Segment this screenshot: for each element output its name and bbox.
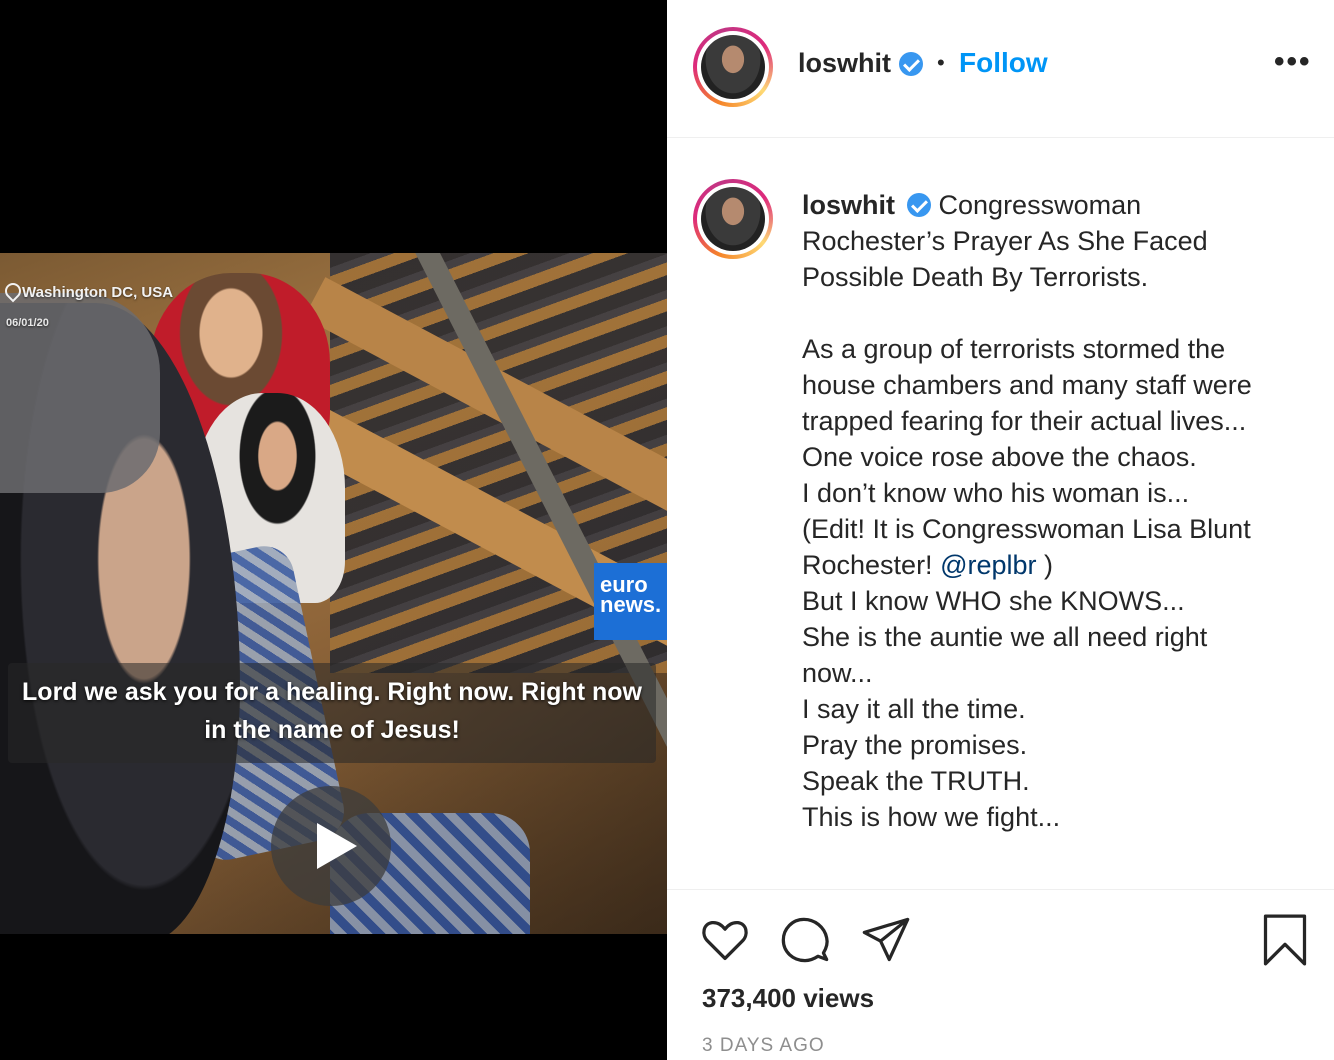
- mention-prefix: Rochester!: [802, 550, 941, 580]
- post-caption: loswhit Congresswoman Rochester’s Prayer…: [802, 187, 1302, 835]
- caption-line: Possible Death By Terrorists.: [802, 262, 1149, 292]
- avatar-border: [697, 31, 769, 103]
- caption-line: As a group of terrorists stormed the: [802, 334, 1226, 364]
- separator-dot: •: [937, 50, 945, 75]
- caption-line: Congresswoman: [938, 190, 1142, 220]
- follow-button[interactable]: Follow: [959, 47, 1048, 79]
- location-pin-icon: [4, 283, 18, 301]
- heart-icon[interactable]: [699, 914, 751, 966]
- caption-line: This is how we fight...: [802, 802, 1061, 832]
- media-pane: Washington DC, USA 06/01/20 euro news. L…: [0, 0, 667, 1060]
- play-icon[interactable]: [271, 786, 391, 906]
- avatar-border: [697, 183, 769, 255]
- caption-line: Rochester’s Prayer As She Faced: [802, 226, 1208, 256]
- video-subtitle: Lord we ask you for a healing. Right now…: [22, 678, 642, 744]
- post-sidebar: loswhit • Follow ••• loswhit Congresswom…: [667, 0, 1334, 1060]
- speech-bubble-icon[interactable]: [779, 914, 831, 966]
- caption-line: I say it all the time.: [802, 694, 1026, 724]
- more-options-icon[interactable]: •••: [1274, 47, 1312, 77]
- avatar[interactable]: [693, 179, 773, 259]
- caption-line: She is the auntie we all need right: [802, 622, 1208, 652]
- bookmark-icon[interactable]: [1259, 914, 1311, 966]
- avatar-image: [701, 187, 765, 251]
- avatar-image: [701, 35, 765, 99]
- mention-link[interactable]: @replbr: [940, 550, 1036, 580]
- post-actions: 373,400 views 3 DAYS AGO: [667, 890, 1334, 1060]
- video-date-overlay: 06/01/20: [6, 317, 49, 329]
- view-count[interactable]: 373,400 views: [702, 983, 874, 1014]
- caption-line: now...: [802, 658, 873, 688]
- caption-line: (Edit! It is Congresswoman Lisa Blunt: [802, 514, 1251, 544]
- verified-badge-icon: [899, 51, 923, 76]
- verified-badge-icon: [906, 193, 931, 217]
- mention-suffix: ): [1036, 550, 1054, 580]
- avatar[interactable]: [693, 27, 773, 107]
- caption-line: But I know WHO she KNOWS...: [802, 586, 1185, 616]
- caption-line: Speak the TRUTH.: [802, 766, 1030, 796]
- caption-line: house chambers and many staff were: [802, 370, 1252, 400]
- post-header: loswhit • Follow •••: [667, 0, 1334, 138]
- header-username-group: loswhit: [798, 48, 923, 79]
- post-timestamp[interactable]: 3 DAYS AGO: [702, 1035, 825, 1057]
- euronews-logo: euro news.: [594, 563, 667, 640]
- caption-line: One voice rose above the chaos.: [802, 442, 1197, 472]
- caption-line: trapped fearing for their actual lives..…: [802, 406, 1247, 436]
- caption-line: I don’t know who his woman is...: [802, 478, 1190, 508]
- video-player[interactable]: Washington DC, USA 06/01/20 euro news. L…: [0, 253, 667, 934]
- post-caption-area[interactable]: loswhit Congresswoman Rochester’s Prayer…: [667, 139, 1334, 889]
- caption-line: Pray the promises.: [802, 730, 1028, 760]
- caption-line-mention: Rochester! @replbr ): [802, 547, 1302, 583]
- video-location-overlay: Washington DC, USA: [4, 283, 173, 301]
- caption-username[interactable]: loswhit: [802, 190, 895, 220]
- video-location-text: Washington DC, USA: [22, 283, 174, 301]
- paper-plane-icon[interactable]: [860, 914, 912, 966]
- header-username[interactable]: loswhit: [798, 48, 891, 79]
